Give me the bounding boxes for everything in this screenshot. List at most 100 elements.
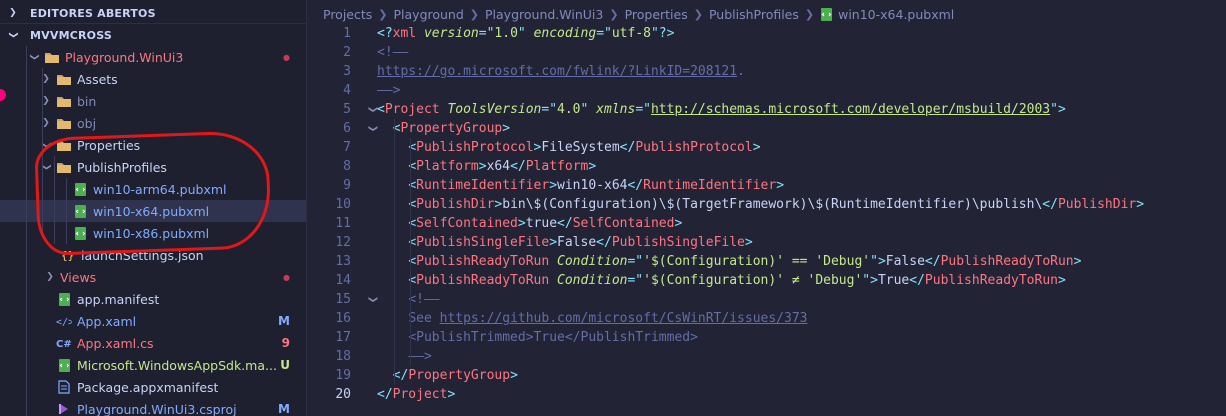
code-token: > xyxy=(674,216,683,231)
sidebar-item-package-appxmanifest[interactable]: Package.appxmanifest xyxy=(0,376,306,398)
code-token: > xyxy=(588,159,597,174)
code-line[interactable]: https://go.microsoft.com/fwlink/?LinkID=… xyxy=(377,62,745,81)
sidebar-item-label: App.xaml xyxy=(77,313,137,329)
code-line[interactable]: <PropertyGroup> xyxy=(377,119,510,138)
sidebar-item-obj[interactable]: ❯ obj xyxy=(0,112,306,134)
code-token: <PublishTrimmed>True</PublishTrimmed> xyxy=(408,330,698,345)
breadcrumb: Projects ❯ Playground ❯ Playground.WinUi3 ❯ Pr… xyxy=(323,4,954,24)
code-line[interactable]: </Project> xyxy=(377,385,455,404)
code-token: Condition xyxy=(557,273,628,288)
code-token: RuntimeIdentifier xyxy=(643,178,777,193)
code-token: '$(Configuration)' == 'Debug' xyxy=(643,254,871,269)
code-line[interactable]: <PublishProtocol>FileSystem</PublishProt… xyxy=(377,138,760,157)
breadcrumb-item-projects[interactable]: Projects xyxy=(323,7,372,22)
sidebar-item-assets[interactable]: ❯ Assets xyxy=(0,68,306,90)
explorer-sidebar: ❯ EDITORES ABERTOS ❯ MVVMCROSS ❯ Playgrou… xyxy=(0,0,307,416)
code-token: SelfContained xyxy=(416,216,518,231)
code-line[interactable]: ——> xyxy=(377,347,431,366)
sidebar-item-app-xaml-cs[interactable]: C# App.xaml.cs 9 xyxy=(0,332,306,354)
code-line[interactable]: <Project ToolsVersion="4.0" xmlns="http:… xyxy=(377,100,1066,119)
code-line[interactable]: <SelfContained>true</SelfContained> xyxy=(377,214,682,233)
code-token: Platform xyxy=(525,159,589,174)
code-token: < xyxy=(377,102,385,117)
sidebar-item-views[interactable]: ❯ Views ● xyxy=(0,266,306,288)
chevron-right-icon[interactable]: ❯ xyxy=(44,272,56,282)
sidebar-item-label: PublishProfiles xyxy=(77,159,167,175)
sidebar-item-bin[interactable]: ❯ bin xyxy=(0,90,306,112)
code-token: "?> xyxy=(650,26,675,41)
csproj-file-icon xyxy=(56,402,72,416)
code-token: > xyxy=(549,235,558,250)
code-token: <? xyxy=(377,26,393,41)
code-token: utf-8 xyxy=(611,26,651,41)
status-badge: M xyxy=(278,402,290,416)
line-number: 4 xyxy=(343,83,351,98)
code-token: PropertyGroup xyxy=(408,368,511,383)
sidebar-item-app-xaml[interactable]: </> App.xaml M xyxy=(0,310,306,332)
code-token: See xyxy=(408,311,440,326)
sidebar-item-properties[interactable]: ❯ Properties xyxy=(0,134,306,156)
sidebar-item-launchsettings-json[interactable]: {} launchSettings.json xyxy=(0,244,306,266)
xml-file-icon xyxy=(56,358,72,372)
breadcrumb-item-win10-x64-pubxml[interactable]: win10-x64.pubxml xyxy=(838,7,954,22)
code-line[interactable]: <?xml version="1.0" encoding="utf-8"?> xyxy=(377,24,674,43)
code-token: Platform xyxy=(416,159,479,174)
chevron-right-icon: ❯ xyxy=(804,7,815,21)
code-line[interactable]: <PublishReadyToRun Condition="'$(Configu… xyxy=(377,271,1066,290)
breadcrumb-item-publishprofiles[interactable]: PublishProfiles xyxy=(709,7,799,22)
sidebar-item-label: Playground.WinUi3.csproj xyxy=(77,401,237,416)
code-token: </ xyxy=(619,140,636,155)
sidebar-item-win10-arm64-pubxml[interactable]: win10-arm64.pubxml xyxy=(0,178,306,200)
line-number: 14 xyxy=(335,273,351,288)
code-line[interactable]: </PropertyGroup> xyxy=(377,366,518,385)
code-token: encoding xyxy=(533,26,597,41)
code-token: </ xyxy=(596,235,612,250)
sidebar-item-playground-winui3[interactable]: ❯ Playground.WinUi3 ● xyxy=(0,46,306,68)
sidebar-item-publishprofiles[interactable]: ❯ PublishProfiles xyxy=(0,156,306,178)
code-token: "> xyxy=(862,273,878,288)
xml-file-icon xyxy=(72,226,88,240)
breadcrumb-item-playground-winui3[interactable]: Playground.WinUi3 xyxy=(485,7,603,22)
code-line[interactable]: <PublishSingleFile>False</PublishSingleF… xyxy=(377,233,753,252)
breadcrumb-item-playground[interactable]: Playground xyxy=(394,7,464,22)
code-line[interactable]: <!—— xyxy=(377,290,439,309)
code-token: PublishReadyToRun xyxy=(416,254,550,269)
code-token: https://github.com/microsoft/CsWinRT/iss… xyxy=(439,311,808,326)
line-number: 1 xyxy=(343,26,351,41)
code-line[interactable]: ——> xyxy=(377,81,400,100)
code-token: 1.0 xyxy=(494,26,518,41)
code-line[interactable]: See https://github.com/microsoft/CsWinRT… xyxy=(377,309,807,328)
project-header[interactable]: ❯ MVVMCROSS xyxy=(0,24,306,46)
code-token: > xyxy=(744,235,753,250)
breadcrumb-item-properties[interactable]: Properties xyxy=(625,7,688,22)
code-line[interactable]: <!—— xyxy=(377,43,408,62)
sidebar-item-win10-x86-pubxml[interactable]: win10-x86.pubxml xyxy=(0,222,306,244)
code-token: Condition xyxy=(557,254,628,269)
status-badge: ● xyxy=(283,52,290,62)
folder-icon xyxy=(56,72,72,86)
sidebar-item-label: win10-arm64.pubxml xyxy=(93,181,227,197)
line-number: 18 xyxy=(335,349,351,364)
code-line[interactable]: <PublishDir>bin\$(Configuration)\$(Targe… xyxy=(377,195,1144,214)
svg-text:{}: {} xyxy=(61,249,74,262)
code-editor[interactable]: Projects ❯ Playground ❯ Playground.WinUi3 ❯ Pr… xyxy=(307,0,1226,416)
sidebar-item-label: win10-x64.pubxml xyxy=(93,203,210,219)
code-token: =" xyxy=(596,26,612,41)
sidebar-item-win10-x64-pubxml[interactable]: win10-x64.pubxml xyxy=(0,200,306,222)
line-number: 5 xyxy=(343,102,351,117)
sidebar-item-playground-winui3-csproj[interactable]: Playground.WinUi3.csproj M xyxy=(0,398,306,416)
code-line[interactable]: <PublishReadyToRun Condition="'$(Configu… xyxy=(377,252,1081,271)
sidebar-item-label: launchSettings.json xyxy=(81,247,204,263)
project-label: MVVMCROSS xyxy=(30,28,112,42)
file-icon xyxy=(56,380,72,394)
sidebar-item-app-manifest[interactable]: app.manifest xyxy=(0,288,306,310)
sidebar-item-microsoft-windowsappsdk-ma[interactable]: Microsoft.WindowsAppSdk.ma... U xyxy=(0,354,306,376)
chevron-down-icon[interactable]: ❯ xyxy=(29,51,39,63)
code-line[interactable]: <PublishTrimmed>True</PublishTrimmed> xyxy=(377,328,698,347)
sidebar-item-label: Playground.WinUi3 xyxy=(65,49,184,65)
open-editors-header[interactable]: ❯ EDITORES ABERTOS xyxy=(0,2,306,24)
code-line[interactable]: <RuntimeIdentifier>win10-x64</RuntimeIde… xyxy=(377,176,784,195)
code-token: PublishProtocol xyxy=(416,140,534,155)
line-number: 6 xyxy=(343,121,351,136)
